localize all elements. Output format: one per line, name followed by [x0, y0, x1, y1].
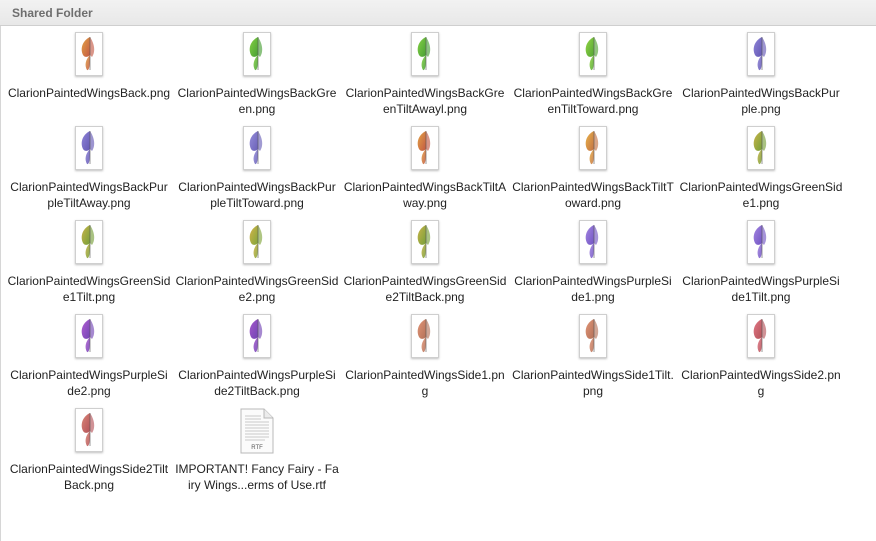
file-item[interactable]: ClarionPaintedWingsGreenSide1.png [677, 126, 845, 220]
file-thumbnail-container [341, 220, 509, 267]
wing-thumbnail-icon [75, 126, 103, 170]
file-name-label: ClarionPaintedWingsPurpleSide1.png [514, 274, 672, 304]
file-name-label: ClarionPaintedWingsBackTiltAway.png [343, 180, 507, 210]
file-name-label: ClarionPaintedWingsSide1Tilt.png [512, 368, 674, 398]
wing-thumbnail-icon [579, 32, 607, 76]
file-item[interactable]: ClarionPaintedWingsPurpleSide1Tilt.png [677, 220, 845, 314]
file-name-label: ClarionPaintedWingsSide1.png [345, 368, 505, 398]
file-thumbnail-container [173, 220, 341, 267]
wing-thumbnail-icon [747, 32, 775, 76]
file-name-label: ClarionPaintedWingsGreenSide2.png [175, 274, 339, 304]
file-item[interactable]: ClarionPaintedWingsPurpleSide1.png [509, 220, 677, 314]
file-item[interactable]: ClarionPaintedWingsPurpleSide2TiltBack.p… [173, 314, 341, 408]
file-name-label: ClarionPaintedWingsBackPurple.png [682, 86, 840, 116]
file-item[interactable]: ClarionPaintedWingsPurpleSide2.png [5, 314, 173, 408]
file-item[interactable]: ClarionPaintedWingsBackPurpleTiltAway.pn… [5, 126, 173, 220]
file-thumbnail-container [341, 32, 509, 79]
file-thumbnail-container [5, 32, 173, 79]
wing-thumbnail-icon [75, 314, 103, 358]
file-thumbnail-container [5, 126, 173, 173]
file-name-label: ClarionPaintedWingsPurpleSide2.png [10, 368, 168, 398]
file-item[interactable]: ClarionPaintedWingsGreenSide2.png [173, 220, 341, 314]
file-item[interactable]: ClarionPaintedWingsSide2.png [677, 314, 845, 408]
file-thumbnail-container: RTF [173, 408, 341, 455]
file-name-label: ClarionPaintedWingsGreenSide1Tilt.png [7, 274, 171, 304]
wing-thumbnail-icon [75, 408, 103, 452]
file-thumbnail-container [341, 126, 509, 173]
file-thumbnail-container [173, 314, 341, 361]
file-item[interactable]: ClarionPaintedWingsBackTiltAway.png [341, 126, 509, 220]
file-item[interactable]: ClarionPaintedWingsSide2TiltBack.png [5, 408, 173, 502]
wing-thumbnail-icon [243, 314, 271, 358]
wing-thumbnail-icon [243, 126, 271, 170]
file-item[interactable]: ClarionPaintedWingsBackPurple.png [677, 32, 845, 126]
file-name-label: ClarionPaintedWingsSide2.png [681, 368, 841, 398]
file-name-label: ClarionPaintedWingsPurpleSide2TiltBack.p… [178, 368, 336, 398]
rtf-type-label: RTF [251, 445, 263, 451]
folder-title: Shared Folder [12, 6, 93, 20]
file-name-label: ClarionPaintedWingsPurpleSide1Tilt.png [682, 274, 840, 304]
file-name-label: ClarionPaintedWingsBackGreen.png [177, 86, 337, 116]
file-name-label: ClarionPaintedWingsBack.png [7, 86, 171, 100]
wing-thumbnail-icon [411, 314, 439, 358]
wing-thumbnail-icon [747, 126, 775, 170]
file-item[interactable]: RTF IMPORTANT! Fancy Fairy - Fairy Wings.… [173, 408, 341, 502]
wing-thumbnail-icon [747, 220, 775, 264]
wing-thumbnail-icon [579, 126, 607, 170]
file-thumbnail-container [5, 220, 173, 267]
file-name-label: ClarionPaintedWingsBackPurpleTiltToward.… [178, 180, 336, 210]
file-item[interactable]: ClarionPaintedWingsBackTiltToward.png [509, 126, 677, 220]
file-thumbnail-container [509, 126, 677, 173]
wing-thumbnail-icon [411, 32, 439, 76]
file-thumbnail-container [173, 126, 341, 173]
file-item[interactable]: ClarionPaintedWingsGreenSide1Tilt.png [5, 220, 173, 314]
file-thumbnail-container [509, 32, 677, 79]
file-name-label: ClarionPaintedWingsBackTiltToward.png [512, 180, 674, 210]
file-name-label: ClarionPaintedWingsGreenSide2TiltBack.pn… [343, 274, 507, 304]
file-item[interactable]: ClarionPaintedWingsBack.png [5, 32, 173, 126]
file-thumbnail-container [341, 314, 509, 361]
file-name-label: ClarionPaintedWingsBackPurpleTiltAway.pn… [10, 180, 168, 210]
file-name-label: ClarionPaintedWingsSide2TiltBack.png [9, 462, 169, 492]
file-thumbnail-container [677, 220, 845, 267]
wing-thumbnail-icon [579, 314, 607, 358]
file-item[interactable]: ClarionPaintedWingsSide1Tilt.png [509, 314, 677, 408]
wing-thumbnail-icon [579, 220, 607, 264]
wing-thumbnail-icon [243, 220, 271, 264]
file-item[interactable]: ClarionPaintedWingsBackPurpleTiltToward.… [173, 126, 341, 220]
file-item[interactable]: ClarionPaintedWingsBackGreenTiltToward.p… [509, 32, 677, 126]
file-item[interactable]: ClarionPaintedWingsBackGreen.png [173, 32, 341, 126]
wing-thumbnail-icon [411, 126, 439, 170]
rtf-document-icon: RTF [239, 408, 275, 454]
file-item[interactable]: ClarionPaintedWingsGreenSide2TiltBack.pn… [341, 220, 509, 314]
file-name-label: ClarionPaintedWingsGreenSide1.png [679, 180, 843, 210]
file-name-label: IMPORTANT! Fancy Fairy - Fairy Wings...e… [175, 462, 339, 492]
wing-thumbnail-icon [75, 220, 103, 264]
file-thumbnail-container [677, 126, 845, 173]
file-name-label: ClarionPaintedWingsBackGreenTiltToward.p… [513, 86, 673, 116]
file-item[interactable]: ClarionPaintedWingsSide1.png [341, 314, 509, 408]
file-thumbnail-container [677, 32, 845, 79]
wing-thumbnail-icon [75, 32, 103, 76]
file-name-label: ClarionPaintedWingsBackGreenTiltAwayl.pn… [345, 86, 505, 116]
file-thumbnail-container [5, 408, 173, 455]
file-thumbnail-container [677, 314, 845, 361]
file-thumbnail-container [509, 314, 677, 361]
wing-thumbnail-icon [243, 32, 271, 76]
file-thumbnail-container [5, 314, 173, 361]
file-item[interactable]: ClarionPaintedWingsBackGreenTiltAwayl.pn… [341, 32, 509, 126]
finder-window: Shared Folder ClarionPaintedWingsBack.pn… [0, 0, 876, 541]
file-grid: ClarionPaintedWingsBack.png ClarionPainte… [5, 32, 845, 502]
file-thumbnail-container [509, 220, 677, 267]
folder-header: Shared Folder [0, 0, 876, 26]
wing-thumbnail-icon [411, 220, 439, 264]
window-left-border [0, 26, 1, 541]
wing-thumbnail-icon [747, 314, 775, 358]
file-thumbnail-container [173, 32, 341, 79]
